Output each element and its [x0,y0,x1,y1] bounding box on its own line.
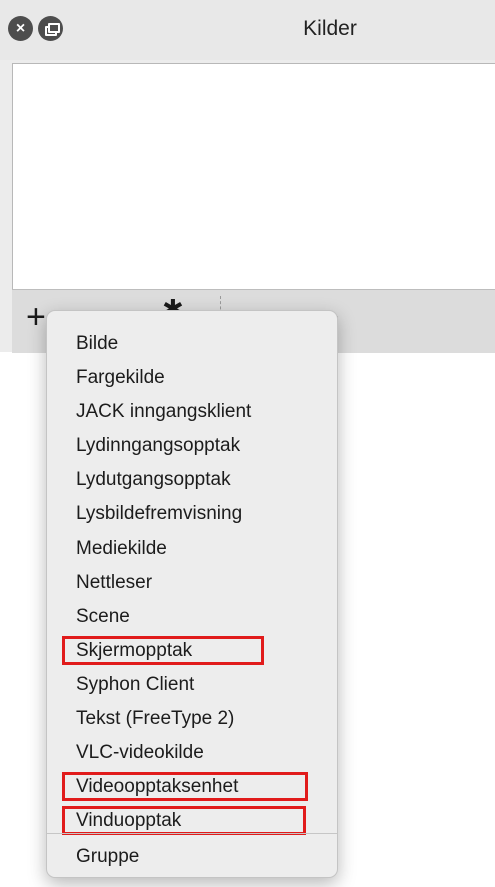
menu-item-lysbildefremvisning[interactable]: Lysbildefremvisning [47,497,337,531]
add-icon[interactable]: + [26,300,46,334]
menu-item-vlc-videokilde[interactable]: VLC-videokilde [47,736,337,770]
dock-title: Kilder [303,17,357,40]
menu-item-fargekilde[interactable]: Fargekilde [47,361,337,395]
menu-item-jack-inngangsklient[interactable]: JACK inngangsklient [47,395,337,429]
menu-item-nettleser[interactable]: Nettleser [47,566,337,600]
menu-item-skjermopptak[interactable]: Skjermopptak [47,634,337,668]
menu-item-gruppe[interactable]: Gruppe [76,840,139,874]
menu-item-syphon-client[interactable]: Syphon Client [47,668,337,702]
menu-divider [47,833,337,834]
menu-item-tekst-freetype-2[interactable]: Tekst (FreeType 2) [47,702,337,736]
menu-list: Bilde Fargekilde JACK inngangsklient Lyd… [47,327,337,838]
menu-item-lydinngangsopptak[interactable]: Lydinngangsopptak [47,429,337,463]
sources-list[interactable] [12,63,495,290]
menu-item-bilde[interactable]: Bilde [47,327,337,361]
menu-item-mediekilde[interactable]: Mediekilde [47,532,337,566]
dock-titlebar: × Kilder [0,0,495,60]
menu-item-scene[interactable]: Scene [47,600,337,634]
add-source-menu: Bilde Fargekilde JACK inngangsklient Lyd… [46,310,338,878]
sources-dock: × Kilder + ✱ ⌃ ⌄ [0,0,495,353]
menu-item-lydutgangsopptak[interactable]: Lydutgangsopptak [47,463,337,497]
menu-item-videoopptaksenhet[interactable]: Videoopptaksenhet [47,770,337,804]
